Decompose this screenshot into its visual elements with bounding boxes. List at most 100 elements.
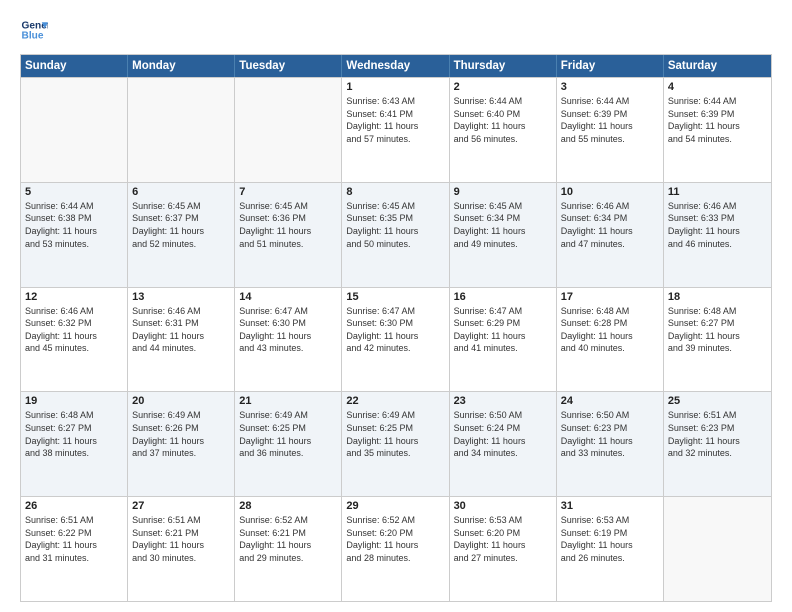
calendar-row: 26 Sunrise: 6:51 AM Sunset: 6:22 PM Dayli… bbox=[21, 496, 771, 601]
day-info: Sunrise: 6:50 AM Sunset: 6:23 PM Dayligh… bbox=[561, 409, 659, 459]
day-number: 2 bbox=[454, 81, 552, 93]
day-info: Sunrise: 6:43 AM Sunset: 6:41 PM Dayligh… bbox=[346, 95, 444, 145]
day-number: 21 bbox=[239, 395, 337, 407]
calendar-day: 10Sunrise: 6:46 AM Sunset: 6:34 PM Dayli… bbox=[557, 183, 664, 287]
day-number: 17 bbox=[561, 291, 659, 303]
weekday-header: Wednesday bbox=[342, 55, 449, 77]
page: General Blue SundayMondayTuesdayWednesda… bbox=[0, 0, 792, 612]
weekday-header: Monday bbox=[128, 55, 235, 77]
day-number: 15 bbox=[346, 291, 444, 303]
day-info: Sunrise: 6:48 AM Sunset: 6:27 PM Dayligh… bbox=[25, 409, 123, 459]
day-info: Sunrise: 6:46 AM Sunset: 6:33 PM Dayligh… bbox=[668, 200, 767, 250]
day-number: 6 bbox=[132, 186, 230, 198]
day-number: 22 bbox=[346, 395, 444, 407]
day-number: 20 bbox=[132, 395, 230, 407]
day-number: 14 bbox=[239, 291, 337, 303]
calendar-day: 19Sunrise: 6:48 AM Sunset: 6:27 PM Dayli… bbox=[21, 392, 128, 496]
day-info: Sunrise: 6:45 AM Sunset: 6:36 PM Dayligh… bbox=[239, 200, 337, 250]
calendar-day: 25Sunrise: 6:51 AM Sunset: 6:23 PM Dayli… bbox=[664, 392, 771, 496]
day-info: Sunrise: 6:52 AM Sunset: 6:20 PM Dayligh… bbox=[346, 514, 444, 564]
day-info: Sunrise: 6:48 AM Sunset: 6:27 PM Dayligh… bbox=[668, 305, 767, 355]
empty-day bbox=[664, 497, 771, 601]
day-info: Sunrise: 6:49 AM Sunset: 6:25 PM Dayligh… bbox=[239, 409, 337, 459]
calendar-day: 5Sunrise: 6:44 AM Sunset: 6:38 PM Daylig… bbox=[21, 183, 128, 287]
day-info: Sunrise: 6:53 AM Sunset: 6:19 PM Dayligh… bbox=[561, 514, 659, 564]
calendar-day: 26 Sunrise: 6:51 AM Sunset: 6:22 PM Dayli… bbox=[21, 497, 128, 601]
calendar-day: 9 Sunrise: 6:45 AM Sunset: 6:34 PM Daylig… bbox=[450, 183, 557, 287]
day-info: Sunrise: 6:45 AM Sunset: 6:37 PM Dayligh… bbox=[132, 200, 230, 250]
day-info: Sunrise: 6:49 AM Sunset: 6:26 PM Dayligh… bbox=[132, 409, 230, 459]
calendar-header: SundayMondayTuesdayWednesdayThursdayFrid… bbox=[21, 55, 771, 77]
day-info: Sunrise: 6:45 AM Sunset: 6:34 PM Dayligh… bbox=[454, 200, 552, 250]
day-info: Sunrise: 6:50 AM Sunset: 6:24 PM Dayligh… bbox=[454, 409, 552, 459]
day-info: Sunrise: 6:51 AM Sunset: 6:21 PM Dayligh… bbox=[132, 514, 230, 564]
day-info: Sunrise: 6:46 AM Sunset: 6:31 PM Dayligh… bbox=[132, 305, 230, 355]
day-number: 16 bbox=[454, 291, 552, 303]
empty-day bbox=[21, 78, 128, 182]
calendar-day: 18 Sunrise: 6:48 AM Sunset: 6:27 PM Dayli… bbox=[664, 288, 771, 392]
day-number: 1 bbox=[346, 81, 444, 93]
logo-icon: General Blue bbox=[20, 16, 48, 44]
calendar-day: 17 Sunrise: 6:48 AM Sunset: 6:28 PM Dayli… bbox=[557, 288, 664, 392]
calendar-day: 29Sunrise: 6:52 AM Sunset: 6:20 PM Dayli… bbox=[342, 497, 449, 601]
calendar-day: 12 Sunrise: 6:46 AM Sunset: 6:32 PM Dayli… bbox=[21, 288, 128, 392]
day-info: Sunrise: 6:52 AM Sunset: 6:21 PM Dayligh… bbox=[239, 514, 337, 564]
svg-text:Blue: Blue bbox=[22, 31, 44, 42]
calendar-day: 21 Sunrise: 6:49 AM Sunset: 6:25 PM Dayli… bbox=[235, 392, 342, 496]
empty-day bbox=[128, 78, 235, 182]
calendar-body: 1 Sunrise: 6:43 AM Sunset: 6:41 PM Daylig… bbox=[21, 77, 771, 601]
weekday-header: Friday bbox=[557, 55, 664, 77]
calendar-day: 2 Sunrise: 6:44 AM Sunset: 6:40 PM Daylig… bbox=[450, 78, 557, 182]
day-number: 18 bbox=[668, 291, 767, 303]
calendar-day: 7 Sunrise: 6:45 AM Sunset: 6:36 PM Daylig… bbox=[235, 183, 342, 287]
calendar-row: 1 Sunrise: 6:43 AM Sunset: 6:41 PM Daylig… bbox=[21, 77, 771, 182]
calendar-day: 11 Sunrise: 6:46 AM Sunset: 6:33 PM Dayli… bbox=[664, 183, 771, 287]
calendar-day: 24 Sunrise: 6:50 AM Sunset: 6:23 PM Dayli… bbox=[557, 392, 664, 496]
day-number: 4 bbox=[668, 81, 767, 93]
day-number: 13 bbox=[132, 291, 230, 303]
calendar-row: 5Sunrise: 6:44 AM Sunset: 6:38 PM Daylig… bbox=[21, 182, 771, 287]
weekday-header: Tuesday bbox=[235, 55, 342, 77]
day-number: 10 bbox=[561, 186, 659, 198]
day-info: Sunrise: 6:51 AM Sunset: 6:22 PM Dayligh… bbox=[25, 514, 123, 564]
calendar-day: 1 Sunrise: 6:43 AM Sunset: 6:41 PM Daylig… bbox=[342, 78, 449, 182]
day-number: 24 bbox=[561, 395, 659, 407]
day-info: Sunrise: 6:46 AM Sunset: 6:32 PM Dayligh… bbox=[25, 305, 123, 355]
day-number: 26 bbox=[25, 500, 123, 512]
day-number: 7 bbox=[239, 186, 337, 198]
day-number: 8 bbox=[346, 186, 444, 198]
day-info: Sunrise: 6:47 AM Sunset: 6:29 PM Dayligh… bbox=[454, 305, 552, 355]
calendar-day: 3 Sunrise: 6:44 AM Sunset: 6:39 PM Daylig… bbox=[557, 78, 664, 182]
day-info: Sunrise: 6:48 AM Sunset: 6:28 PM Dayligh… bbox=[561, 305, 659, 355]
calendar-row: 12 Sunrise: 6:46 AM Sunset: 6:32 PM Dayli… bbox=[21, 287, 771, 392]
calendar-row: 19Sunrise: 6:48 AM Sunset: 6:27 PM Dayli… bbox=[21, 391, 771, 496]
day-info: Sunrise: 6:49 AM Sunset: 6:25 PM Dayligh… bbox=[346, 409, 444, 459]
day-info: Sunrise: 6:44 AM Sunset: 6:39 PM Dayligh… bbox=[561, 95, 659, 145]
day-number: 9 bbox=[454, 186, 552, 198]
calendar-day: 6 Sunrise: 6:45 AM Sunset: 6:37 PM Daylig… bbox=[128, 183, 235, 287]
day-number: 11 bbox=[668, 186, 767, 198]
calendar-day: 28 Sunrise: 6:52 AM Sunset: 6:21 PM Dayli… bbox=[235, 497, 342, 601]
day-info: Sunrise: 6:44 AM Sunset: 6:38 PM Dayligh… bbox=[25, 200, 123, 250]
logo: General Blue bbox=[20, 16, 48, 44]
day-number: 3 bbox=[561, 81, 659, 93]
empty-day bbox=[235, 78, 342, 182]
calendar-day: 30 Sunrise: 6:53 AM Sunset: 6:20 PM Dayli… bbox=[450, 497, 557, 601]
day-number: 30 bbox=[454, 500, 552, 512]
day-info: Sunrise: 6:45 AM Sunset: 6:35 PM Dayligh… bbox=[346, 200, 444, 250]
day-number: 25 bbox=[668, 395, 767, 407]
day-number: 28 bbox=[239, 500, 337, 512]
day-number: 12 bbox=[25, 291, 123, 303]
calendar-day: 4 Sunrise: 6:44 AM Sunset: 6:39 PM Daylig… bbox=[664, 78, 771, 182]
calendar-day: 8 Sunrise: 6:45 AM Sunset: 6:35 PM Daylig… bbox=[342, 183, 449, 287]
calendar-day: 22 Sunrise: 6:49 AM Sunset: 6:25 PM Dayli… bbox=[342, 392, 449, 496]
day-info: Sunrise: 6:53 AM Sunset: 6:20 PM Dayligh… bbox=[454, 514, 552, 564]
day-number: 23 bbox=[454, 395, 552, 407]
weekday-header: Saturday bbox=[664, 55, 771, 77]
weekday-header: Thursday bbox=[450, 55, 557, 77]
day-info: Sunrise: 6:44 AM Sunset: 6:39 PM Dayligh… bbox=[668, 95, 767, 145]
day-info: Sunrise: 6:44 AM Sunset: 6:40 PM Dayligh… bbox=[454, 95, 552, 145]
day-info: Sunrise: 6:47 AM Sunset: 6:30 PM Dayligh… bbox=[346, 305, 444, 355]
calendar-day: 15 Sunrise: 6:47 AM Sunset: 6:30 PM Dayli… bbox=[342, 288, 449, 392]
header: General Blue bbox=[20, 16, 772, 44]
